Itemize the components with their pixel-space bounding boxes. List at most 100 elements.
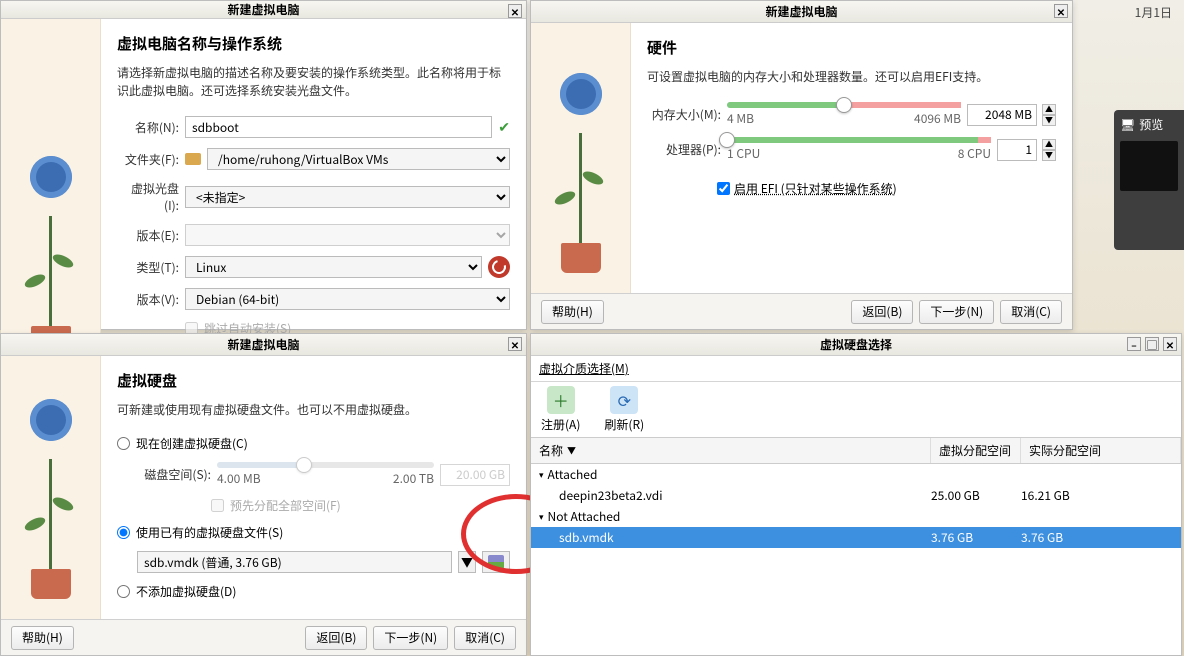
dialog-name-os: 新建虚拟电脑 ✕ 虚拟电脑名称与操作系统 请选择新虚拟电脑的描述名称及要安装的操… [0,0,527,330]
cell-asize: 3.76 GB [1021,529,1181,546]
cpu-value[interactable]: 1 [997,139,1037,161]
space-value: 20.00 GB [440,464,510,486]
titlebar: 新建虚拟电脑 ✕ [1,334,526,356]
description: 请选择新虚拟电脑的描述名称及要安装的操作系统类型。此名称将用于标识此虚拟电脑。还… [117,64,510,100]
page-heading: 硬件 [647,37,1056,58]
help-button[interactable]: 帮助(H) [541,300,604,324]
description: 可设置虚拟电脑的内存大小和处理器数量。还可以启用EFI支持。 [647,68,1056,86]
close-icon[interactable]: ✕ [508,337,522,351]
col-vsize[interactable]: 虚拟分配空间 [931,438,1021,463]
sidebar-illustration [1,19,101,376]
type-select[interactable]: Linux [185,256,482,278]
prealloc-label: 预先分配全部空间(F) [230,497,341,514]
table-row[interactable]: deepin23beta2.vdi 25.00 GB 16.21 GB [531,485,1181,506]
version-label: 版本(V): [117,291,179,308]
cancel-button[interactable]: 取消(C) [1000,300,1062,324]
iso-select[interactable]: <未指定> [185,186,510,208]
next-button[interactable]: 下一步(N) [919,300,994,324]
description: 可新建或使用现有虚拟硬盘文件。也可以不用虚拟硬盘。 [117,401,510,419]
col-name[interactable]: 名称 [539,442,563,459]
check-icon: ✔ [498,117,510,137]
slider-thumb[interactable] [836,97,852,113]
browse-button[interactable] [482,551,510,573]
disk-combo[interactable]: sdb.vmdk (普通, 3.76 GB) [137,551,452,573]
close-icon[interactable]: ✕ [1054,4,1068,18]
linux-icon [488,256,510,278]
preview-label: 预览 [1139,116,1163,133]
cell-vsize: 25.00 GB [931,487,1021,504]
refresh-button[interactable]: ⟳刷新(R) [604,386,644,433]
titlebar: 虚拟硬盘选择 – ▢ ✕ [531,334,1181,356]
memory-slider[interactable] [727,102,961,108]
spin-down-icon[interactable]: ▼ [1042,150,1056,161]
cpu-min: 1 CPU [727,145,760,162]
type-label: 类型(T): [117,259,179,276]
space-max: 2.00 TB [393,470,434,487]
dialog-title: 新建虚拟电脑 [765,3,837,20]
refresh-label: 刷新(R) [604,416,644,433]
cpu-slider[interactable] [727,137,991,143]
group-notattached[interactable]: ▾Not Attached [531,506,1181,527]
maximize-icon[interactable]: ▢ [1145,337,1159,351]
spin-up-icon[interactable]: ▲ [1042,139,1056,150]
slider-thumb[interactable] [719,132,735,148]
name-label: 名称(N): [117,119,179,136]
titlebar: 新建虚拟电脑 ✕ [1,1,526,19]
chevron-down-icon: ▾ [539,468,544,481]
name-input[interactable] [185,116,492,138]
memory-label: 内存大小(M): [647,106,721,123]
dialog-title: 虚拟硬盘选择 [820,336,892,353]
table-body: ▾Attached deepin23beta2.vdi 25.00 GB 16.… [531,464,1181,655]
cancel-button[interactable]: 取消(C) [454,626,516,650]
opt-none-label: 不添加虚拟硬盘(D) [136,583,236,600]
radio-create[interactable] [117,437,130,450]
cell-name: deepin23beta2.vdi [531,487,931,504]
minimize-icon[interactable]: – [1127,337,1141,351]
prealloc-checkbox [211,499,224,512]
efi-label: 启用 EFI (只针对某些操作系统) [734,180,897,197]
radio-use-existing[interactable] [117,526,130,539]
space-label: 磁盘空间(S): [137,466,211,483]
chevron-down-icon: ▾ [539,510,544,523]
spin-down-icon[interactable]: ▼ [1042,115,1056,126]
cell-asize: 16.21 GB [1021,487,1181,504]
radio-none[interactable] [117,585,130,598]
folder-label: 文件夹(F): [117,151,179,168]
space-min: 4.00 MB [217,470,261,487]
register-button[interactable]: ＋注册(A) [541,386,580,433]
page-heading: 虚拟硬盘 [117,370,510,391]
close-icon[interactable]: ✕ [508,4,522,18]
sort-desc-icon[interactable]: ▼ [567,444,576,457]
close-icon[interactable]: ✕ [1163,337,1177,351]
dialog-title: 新建虚拟电脑 [227,336,299,353]
back-button[interactable]: 返回(B) [305,626,367,650]
folder-icon [185,153,201,165]
folder-select[interactable]: /home/ruhong/VirtualBox VMs [207,148,510,170]
efi-checkbox[interactable] [717,182,730,195]
titlebar: 新建虚拟电脑 ✕ [531,1,1072,23]
next-button[interactable]: 下一步(N) [373,626,448,650]
register-label: 注册(A) [541,416,580,433]
desktop-date: 1月1日 [1123,0,1184,24]
sidebar-illustration [1,356,101,619]
preview-panel: 🖥预览 [1114,110,1184,250]
dialog-disk-selector: 虚拟硬盘选择 – ▢ ✕ 虚拟介质选择(M) ＋注册(A) ⟳刷新(R) 名称 … [530,333,1182,656]
version-select[interactable]: Debian (64-bit) [185,288,510,310]
memory-value[interactable]: 2048 MB [967,104,1037,126]
page-heading: 虚拟电脑名称与操作系统 [117,33,510,54]
table-row-selected[interactable]: sdb.vmdk 3.76 GB 3.76 GB [531,527,1181,548]
chevron-down-icon[interactable]: ▼ [458,551,476,573]
col-asize[interactable]: 实际分配空间 [1021,438,1181,463]
edition-select [185,224,510,246]
sidebar-illustration [531,23,631,293]
dialog-title: 新建虚拟电脑 [227,1,299,18]
cell-vsize: 3.76 GB [931,529,1021,546]
monitor-icon: 🖥 [1120,116,1135,133]
cpu-label: 处理器(P): [647,141,721,158]
menubar[interactable]: 虚拟介质选择(M) [531,356,1181,382]
help-button[interactable]: 帮助(H) [11,626,74,650]
memory-max: 4096 MB [914,110,961,127]
back-button[interactable]: 返回(B) [851,300,913,324]
spin-up-icon[interactable]: ▲ [1042,104,1056,115]
group-attached[interactable]: ▾Attached [531,464,1181,485]
